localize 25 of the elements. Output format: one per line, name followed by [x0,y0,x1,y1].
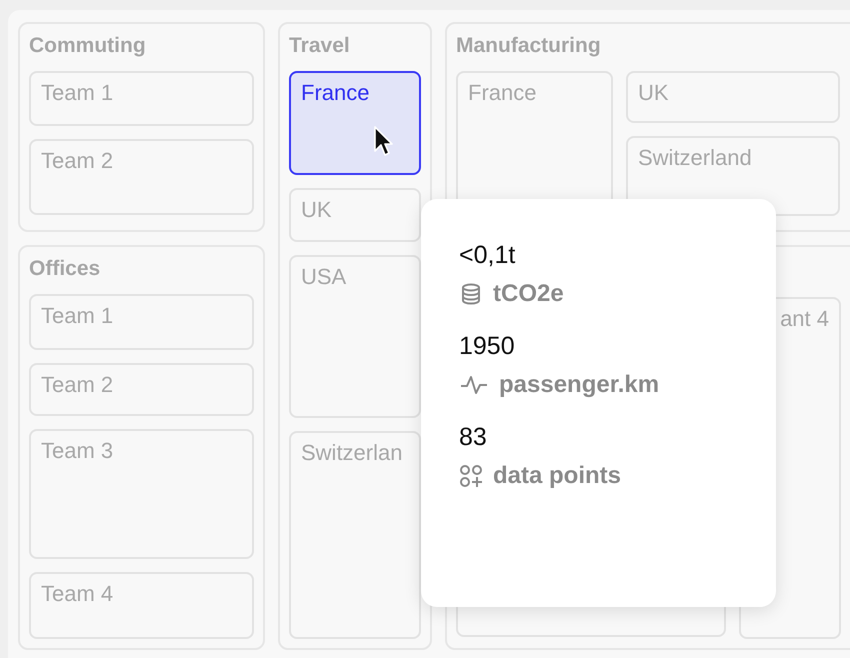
group-title: Offices [29,256,102,282]
group-title: Manufacturing [456,33,602,59]
region-tile[interactable]: Switzerlan [289,431,421,639]
metric-unit: passenger.km [499,371,660,399]
region-tile[interactable]: Team 2 [29,363,254,416]
region-tile[interactable]: USA [289,255,421,418]
region-tile[interactable]: UK [289,188,421,242]
region-tile[interactable]: UK [626,71,840,123]
group-title: Commuting [29,33,147,59]
activity-icon [459,373,489,397]
cursor-icon [373,125,393,157]
metric-unit: tCO2e [493,280,564,308]
metric-value: 1950 [459,332,516,361]
region-tile[interactable]: Team 2 [29,139,254,215]
region-tile[interactable]: Team 1 [29,71,254,126]
metric-value: <0,1t [459,241,516,270]
region-tile[interactable]: Team 1 [29,294,254,350]
region-tile[interactable]: Team 4 [29,572,254,639]
metric-unit: data points [493,462,622,490]
metric-value: 83 [459,423,488,452]
region-tile[interactable]: Team 3 [29,429,254,559]
region-tile[interactable]: France [289,71,421,175]
database-icon [459,282,483,306]
shapes-icon [459,464,483,488]
group-title: Travel [289,33,351,59]
